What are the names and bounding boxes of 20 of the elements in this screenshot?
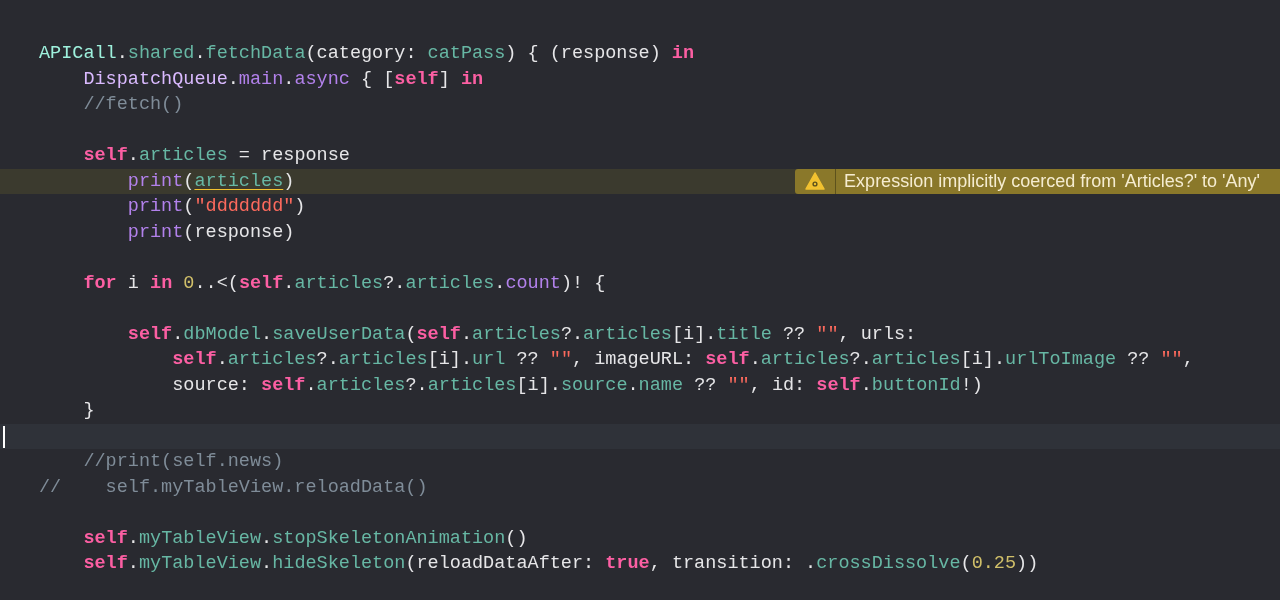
code-line: self.myTableView.stopSkeletonAnimation() <box>83 527 528 549</box>
code-line: print(response) <box>127 221 295 243</box>
code-line: self.dbModel.saveUserData(self.articles?.articles[i].title ?? "", urls: <box>127 323 917 345</box>
code-line: print("ddddddd") <box>127 196 306 217</box>
code-line: self.myTableView.hideSkeleton(reloadDataAfter: true, transition: .crossDissolve(0.25)) <box>83 553 1039 574</box>
code-line: print(articles) <box>127 170 295 192</box>
text-cursor <box>3 425 5 448</box>
code-line: self.articles?.articles[i].url ?? "", imageURL: self.articles?.articles[i].urlToImage ?? "", <box>172 349 1194 370</box>
warning-icon <box>805 172 826 191</box>
warning-message: Expression implicitly coerced from 'Articles?' to 'Any' <box>843 169 1261 193</box>
code-line: DispatchQueue.main.async { [self] in <box>83 68 484 90</box>
code-line: APICall.shared.fetchData(category: catPass) { (response) in <box>39 43 695 64</box>
code-line: } <box>83 400 95 421</box>
code-line: source: self.articles?.articles[i].source.name ?? "", id: self.buttonId!) <box>172 374 983 396</box>
code-line: // self.myTableView.reloadData() <box>39 476 428 498</box>
warning-banner[interactable]: Expression implicitly coerced from 'Articles?' to 'Any' <box>795 168 1280 194</box>
code-line: self.articles = response <box>83 145 350 166</box>
code-line: //print(self.news) <box>83 451 284 472</box>
code-line: //fetch() <box>83 94 184 115</box>
code-line: for i in 0..<(self.articles?.articles.count)! { <box>83 272 606 294</box>
